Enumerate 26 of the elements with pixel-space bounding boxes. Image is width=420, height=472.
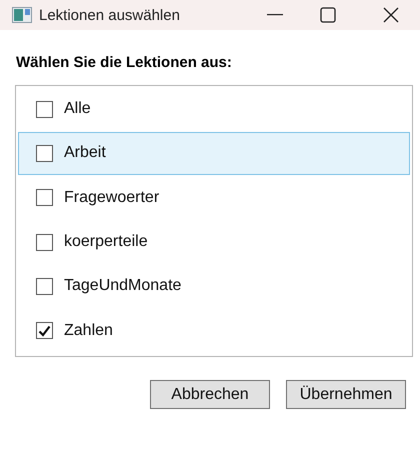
- checkbox[interactable]: [36, 278, 53, 295]
- minimize-icon[interactable]: [267, 14, 283, 16]
- checkbox[interactable]: [36, 100, 53, 118]
- lesson-item[interactable]: Fragewoerter: [18, 176, 410, 219]
- window-title: Lektionen auswählen: [39, 6, 181, 24]
- cancel-button[interactable]: Abbrechen: [150, 380, 270, 409]
- lesson-item[interactable]: Arbeit: [18, 132, 410, 175]
- lesson-item[interactable]: koerperteile: [18, 220, 410, 264]
- lesson-label: TageUndMonate: [64, 277, 182, 296]
- maximize-icon[interactable]: [320, 7, 336, 23]
- apply-button[interactable]: Übernehmen: [286, 380, 406, 409]
- checkbox[interactable]: [36, 144, 53, 162]
- lesson-label: koerperteile: [64, 233, 148, 252]
- lesson-label: Zahlen: [64, 322, 113, 340]
- lesson-label: Fragewoerter: [64, 188, 160, 207]
- lesson-item[interactable]: Alle: [18, 88, 410, 130]
- lesson-label: Arbeit: [64, 144, 106, 162]
- instruction-heading: Wählen Sie die Lektionen aus:: [16, 54, 233, 71]
- checkbox[interactable]: [36, 189, 53, 206]
- app-icon: [12, 7, 32, 23]
- lesson-label: Alle: [64, 100, 91, 118]
- checkbox[interactable]: [36, 322, 53, 340]
- checkbox[interactable]: [36, 234, 53, 251]
- lesson-item[interactable]: TageUndMonate: [18, 265, 410, 308]
- close-icon[interactable]: [383, 7, 399, 23]
- lesson-item[interactable]: Zahlen: [18, 310, 410, 352]
